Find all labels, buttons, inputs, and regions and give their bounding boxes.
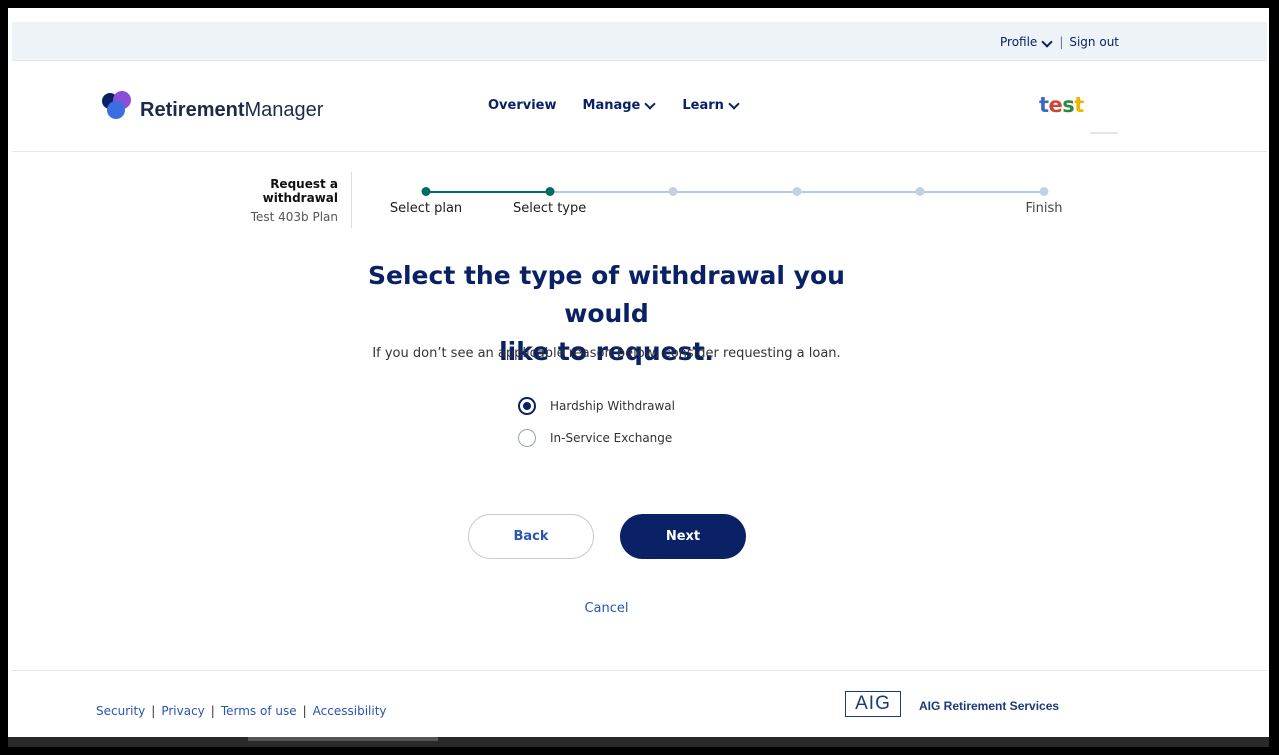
divider (12, 670, 1267, 671)
progress-step-dot (1039, 187, 1049, 196)
footer-links: Security | Privacy | Terms of use | Acce… (96, 704, 387, 718)
site-header: RetirementManager Overview Manage Learn … (12, 61, 1267, 152)
test-logo-letter: e (1048, 93, 1063, 117)
footer-link-terms[interactable]: Terms of use (221, 704, 297, 718)
radio-button[interactable] (518, 429, 536, 447)
scrollbar-thumb[interactable] (248, 737, 438, 741)
footer-link-privacy[interactable]: Privacy (161, 704, 204, 718)
progress-step-dot (792, 187, 802, 196)
main-nav: Overview Manage Learn (488, 98, 740, 113)
chevron-down-icon (728, 98, 740, 110)
progress-track (426, 191, 1044, 193)
next-button[interactable]: Next (620, 514, 746, 559)
separator: | (210, 704, 215, 718)
nav-overview[interactable]: Overview (488, 98, 557, 113)
context-title: Request a withdrawal (262, 177, 338, 205)
utility-bar: Profile | Sign out (12, 22, 1267, 61)
chevron-down-icon (1041, 36, 1053, 48)
divider (351, 172, 352, 228)
progress-step-label: Finish (1025, 201, 1063, 216)
brand-name[interactable]: RetirementManager (140, 99, 323, 122)
option-in-service-exchange[interactable]: In-Service Exchange (518, 429, 672, 447)
footer-link-security[interactable]: Security (96, 704, 145, 718)
retirement-manager-logo-icon[interactable] (96, 85, 136, 125)
test-logo-letter: t (1039, 93, 1049, 117)
radio-button-checked[interactable] (518, 397, 536, 415)
aig-logo: AIG (845, 691, 901, 717)
progress-fill (426, 191, 550, 193)
separator: | (1059, 35, 1064, 49)
divider (1090, 132, 1118, 134)
test-logo-letter: t (1074, 93, 1084, 117)
footer-link-accessibility[interactable]: Accessibility (313, 704, 387, 718)
progress-step-dot (668, 187, 678, 196)
option-label: Hardship Withdrawal (550, 399, 675, 413)
progress-step-dot (915, 187, 925, 196)
test-logo[interactable]: test (1039, 93, 1084, 117)
horizontal-scrollbar[interactable] (8, 737, 1269, 747)
chevron-down-icon (644, 98, 657, 110)
back-button[interactable]: Back (468, 514, 594, 559)
separator: | (302, 704, 307, 718)
nav-learn[interactable]: Learn (682, 98, 740, 113)
separator: | (151, 704, 156, 718)
withdrawal-context: Request a withdrawal Test 403b Plan (191, 177, 338, 224)
test-logo-letter: s (1062, 93, 1075, 117)
progress-step-label: Select plan (389, 201, 463, 216)
profile-menu[interactable]: Profile (1000, 35, 1053, 49)
sign-out-link[interactable]: Sign out (1069, 35, 1119, 49)
nav-manage[interactable]: Manage (583, 98, 657, 113)
utility-links: Profile | Sign out (1000, 35, 1119, 49)
cancel-link[interactable]: Cancel (540, 601, 673, 616)
progress-step-dot (421, 187, 431, 196)
progress-step-label: Select type (512, 201, 587, 216)
progress-step-dot (545, 187, 555, 196)
plan-name: Test 403b Plan (250, 210, 338, 224)
aig-retirement-services: AIG Retirement Services (919, 699, 1060, 713)
option-hardship-withdrawal[interactable]: Hardship Withdrawal (518, 397, 675, 415)
option-label: In-Service Exchange (550, 431, 673, 445)
page-subtext: If you don’t see an applicable reason be… (372, 346, 841, 361)
